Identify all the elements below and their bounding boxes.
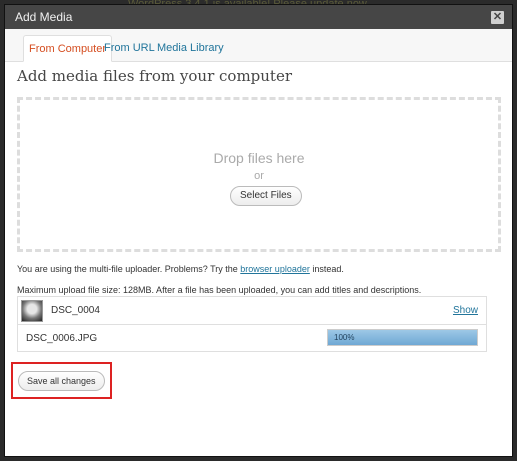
file-name: DSC_0006.JPG [26, 332, 98, 344]
close-icon[interactable]: ✕ [491, 10, 504, 24]
upload-progress-bar: 100% [327, 329, 478, 346]
media-tabs: From Computer From URL Media Library [5, 29, 512, 62]
or-text: or [254, 170, 264, 182]
show-file-link[interactable]: Show [453, 305, 478, 316]
save-all-changes-button[interactable]: Save all changes [18, 371, 105, 391]
uploader-notice-suffix: instead. [309, 264, 344, 274]
tab-from-url[interactable]: From URL [99, 35, 160, 61]
max-upload-notice: Maximum upload file size: 128MB. After a… [17, 285, 422, 295]
uploader-notice-prefix: You are using the multi-file uploader. P… [17, 264, 241, 274]
uploaded-file-list: DSC_0004 Show DSC_0006.JPG 100% [17, 296, 487, 352]
select-files-button[interactable]: Select Files [230, 186, 302, 206]
dialog-title: Add Media [15, 10, 73, 24]
browser-uploader-link[interactable]: browser uploader [240, 264, 310, 274]
page-title: Add media files from your computer [17, 67, 293, 85]
add-media-dialog: Add Media ✕ From Computer From URL Media… [4, 4, 513, 457]
drop-zone[interactable]: Drop files here or Select Files [17, 97, 501, 252]
upload-progress-label: 100% [334, 333, 355, 342]
file-row: DSC_0006.JPG 100% [18, 324, 486, 351]
file-row: DSC_0004 Show [18, 297, 486, 324]
file-name: DSC_0004 [51, 305, 100, 316]
drop-files-text: Drop files here [213, 150, 305, 166]
file-thumbnail [21, 299, 43, 322]
tab-media-library[interactable]: Media Library [152, 35, 229, 61]
uploader-notice: You are using the multi-file uploader. P… [17, 264, 344, 274]
dialog-titlebar: Add Media ✕ [5, 5, 512, 29]
